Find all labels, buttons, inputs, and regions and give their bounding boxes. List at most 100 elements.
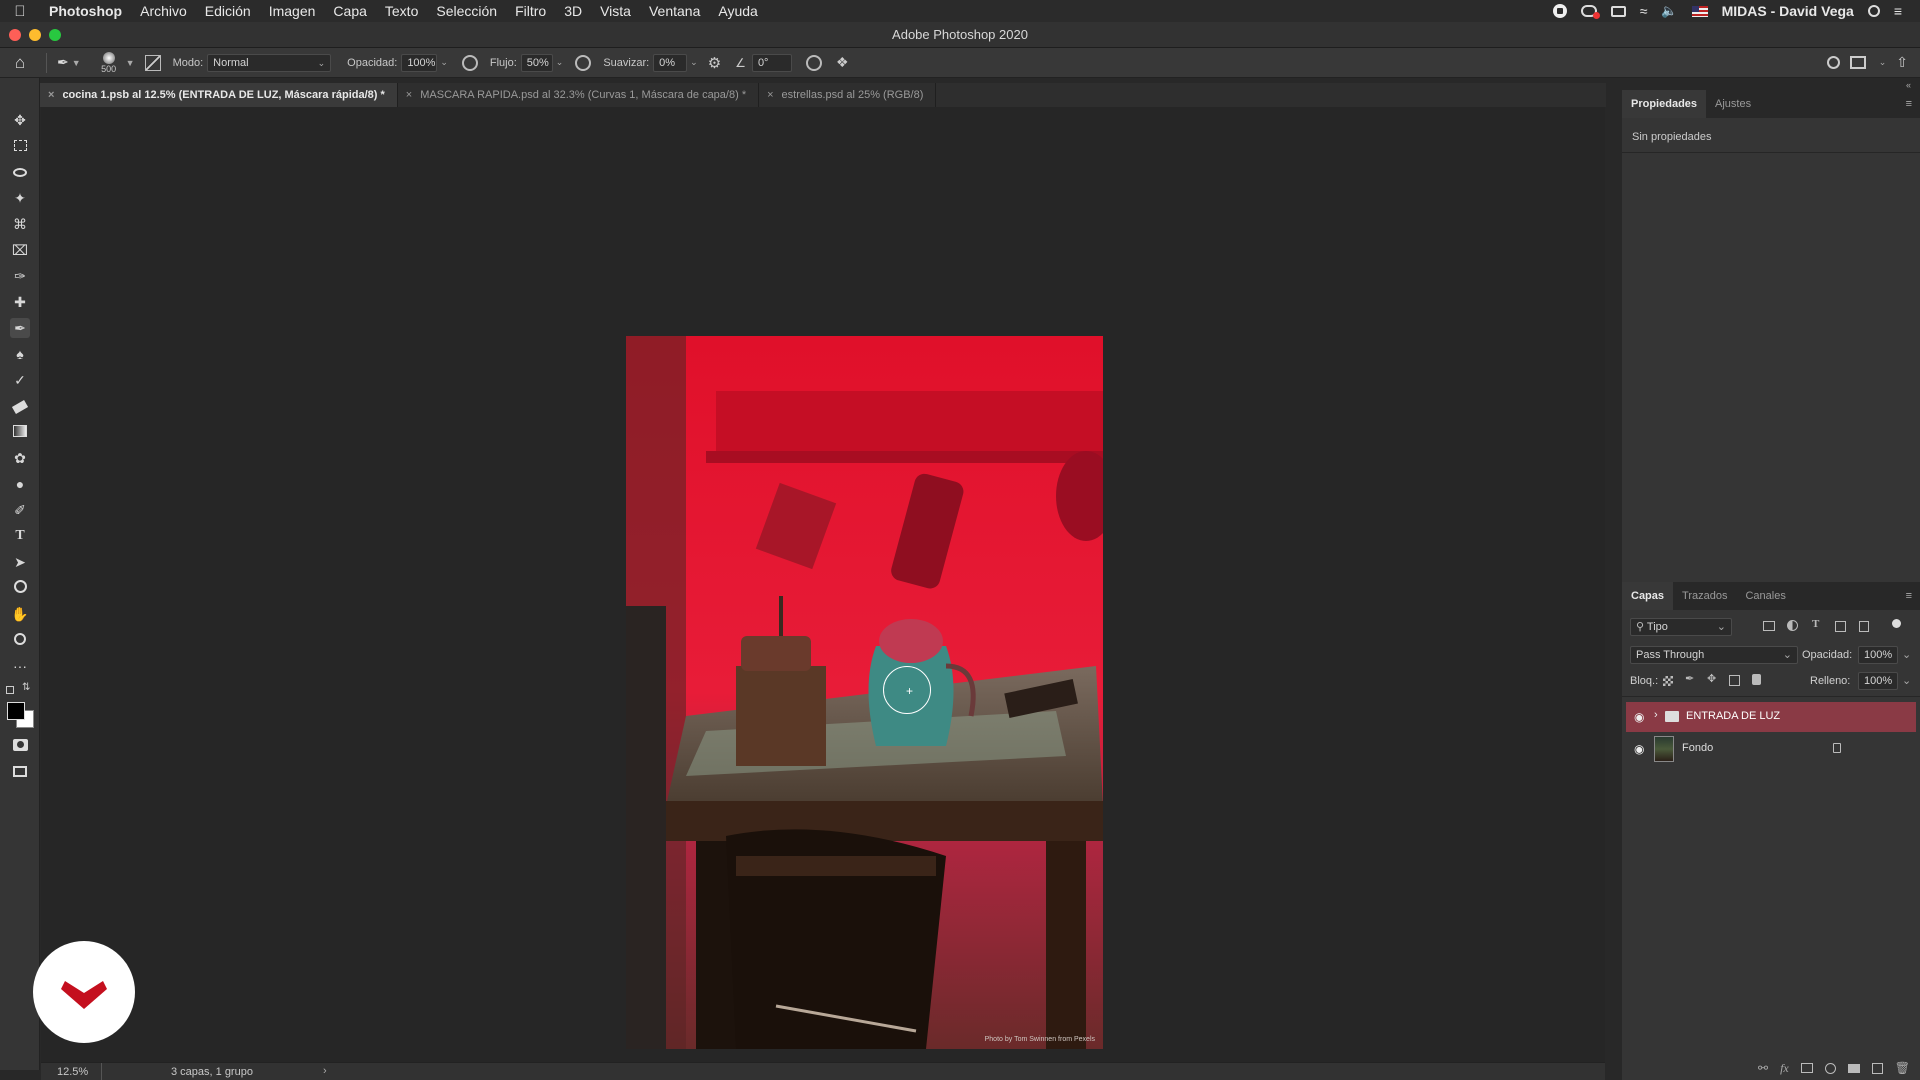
layer-style-fx-icon[interactable]: fx (1780, 1061, 1789, 1076)
filter-toggle-icon[interactable] (1892, 619, 1901, 628)
dodge-icon[interactable]: ● (10, 474, 30, 494)
menu-ayuda[interactable]: Ayuda (709, 3, 766, 19)
frame-icon[interactable]: ⌧ (10, 240, 30, 260)
chevron-down-icon[interactable]: ▼ (126, 58, 135, 68)
chevron-down-icon[interactable]: ⌄ (690, 57, 698, 68)
lock-position-icon[interactable]: ✥ (1707, 672, 1716, 685)
path-selection-icon[interactable]: ➤ (10, 552, 30, 572)
menu-texto[interactable]: Texto (376, 3, 427, 19)
menu-ventana[interactable]: Ventana (640, 3, 709, 19)
smoothing-input[interactable]: 0% (653, 53, 688, 72)
chevron-down-icon[interactable]: ⌄ (440, 57, 448, 68)
eraser-icon[interactable] (10, 396, 30, 416)
rectangular-marquee-icon[interactable] (10, 136, 30, 156)
flag-icon[interactable] (1691, 5, 1708, 17)
record-icon[interactable] (1552, 4, 1567, 18)
pressure-opacity-icon[interactable] (461, 54, 478, 71)
link-layers-icon[interactable]: ⚯ (1758, 1061, 1768, 1075)
home-icon[interactable]: ⌂ (0, 53, 40, 73)
document-info[interactable]: 3 capas, 1 grupo (171, 1066, 253, 1078)
pen-icon[interactable]: ✐ (10, 500, 30, 520)
display-icon[interactable] (1610, 5, 1626, 17)
magic-wand-icon[interactable]: ✦ (10, 188, 30, 208)
blend-mode-select[interactable]: Pass Through ⌄ (1630, 646, 1798, 664)
clone-stamp-icon[interactable]: ♠ (10, 344, 30, 364)
chevron-down-icon[interactable]: ⌄ (1902, 674, 1911, 687)
menu-edicion[interactable]: Edición (196, 3, 260, 19)
collapse-right-icon[interactable]: « (1906, 80, 1911, 90)
notification-center-icon[interactable]: ≡ (1894, 3, 1902, 19)
share-icon[interactable]: ⇧ (1896, 54, 1908, 71)
workspace-icon[interactable] (1849, 56, 1866, 69)
menu-imagen[interactable]: Imagen (260, 3, 325, 19)
chevron-down-icon[interactable]: ▼ (72, 58, 81, 68)
chevron-down-icon[interactable]: ⌄ (1902, 648, 1911, 661)
new-layer-icon[interactable] (1871, 1062, 1883, 1074)
menu-capa[interactable]: Capa (324, 3, 375, 19)
menu-3d[interactable]: 3D (555, 3, 591, 19)
lock-transparent-icon[interactable] (1663, 676, 1673, 686)
more-tools-icon[interactable]: ··· (10, 656, 30, 676)
delete-layer-icon[interactable]: 🗑 (1895, 1061, 1910, 1075)
eyedropper-icon[interactable]: ✑ (10, 266, 30, 286)
tab-propiedades[interactable]: Propiedades (1622, 90, 1707, 118)
brush-size-picker[interactable]: 500 (95, 51, 123, 74)
foreground-color-swatch[interactable] (7, 702, 25, 720)
flow-input[interactable]: 50% (520, 53, 553, 72)
menu-archivo[interactable]: Archivo (131, 3, 196, 19)
wifi-icon[interactable]: ≈ (1640, 3, 1648, 19)
airbrush-icon[interactable] (575, 54, 592, 71)
hand-icon[interactable]: ✋ (10, 604, 30, 624)
tab-estrellas[interactable]: × estrellas.psd al 25% (RGB/8) (759, 83, 937, 107)
menu-seleccion[interactable]: Selección (427, 3, 506, 19)
menu-vista[interactable]: Vista (591, 3, 640, 19)
search-icon[interactable] (1826, 56, 1840, 69)
lasso-icon[interactable] (10, 162, 30, 182)
visibility-eye-icon[interactable]: ◉ (1634, 710, 1644, 724)
ellipse-icon[interactable] (10, 578, 30, 598)
layer-row-fondo[interactable]: ◉ Fondo (1626, 734, 1916, 764)
blur-icon[interactable]: ✿ (10, 448, 30, 468)
chevron-down-icon[interactable]: ⌄ (1879, 57, 1887, 68)
filter-smart-object-icon[interactable] (1859, 621, 1869, 632)
lock-artboard-icon[interactable] (1729, 675, 1740, 686)
user-name[interactable]: MIDAS - David Vega (1722, 3, 1854, 19)
creative-cloud-icon[interactable] (1580, 5, 1600, 19)
close-tab-icon[interactable]: × (767, 89, 773, 101)
zoom-level[interactable]: 12.5% (57, 1066, 88, 1078)
crop-icon[interactable]: ⌘ (10, 214, 30, 234)
filter-adjustment-icon[interactable] (1787, 620, 1798, 631)
tab-capas[interactable]: Capas (1622, 582, 1674, 610)
default-colors-icon[interactable] (6, 686, 14, 694)
layer-opacity-input[interactable]: 100% (1858, 646, 1898, 664)
fill-input[interactable]: 100% (1858, 672, 1898, 690)
apple-icon[interactable]:  (0, 3, 40, 20)
angle-input[interactable]: 0° (751, 53, 792, 72)
chevron-right-icon[interactable]: › (1654, 709, 1658, 721)
menu-filtro[interactable]: Filtro (506, 3, 555, 19)
swap-colors-icon[interactable]: ⇅ (22, 682, 30, 693)
mode-select[interactable]: Normal ⌄ (207, 53, 332, 72)
panel-menu-icon[interactable]: ≡ (1906, 90, 1920, 118)
layer-name[interactable]: Fondo (1682, 742, 1713, 754)
filter-type-icon[interactable]: T (1812, 618, 1819, 630)
adjustment-layer-icon[interactable] (1824, 1062, 1836, 1074)
brush-tool-preset-icon[interactable]: ✒ (57, 54, 69, 71)
close-window-button[interactable] (9, 29, 21, 41)
visibility-eye-icon[interactable]: ◉ (1634, 742, 1644, 756)
tab-canales[interactable]: Canales (1736, 582, 1794, 610)
move-tool-icon[interactable]: ✥ (10, 110, 30, 130)
history-brush-icon[interactable]: ✓ (10, 370, 30, 390)
canvas-area[interactable]: Photo by Tom Swinnen from Pexels + (41, 107, 1605, 1062)
zoom-icon[interactable] (10, 630, 30, 650)
gradient-icon[interactable] (10, 422, 30, 442)
minimize-window-button[interactable] (29, 29, 41, 41)
layer-filter-select[interactable]: ⚲ Tipo ⌄ (1630, 618, 1732, 636)
maximize-window-button[interactable] (49, 29, 61, 41)
filter-shape-icon[interactable] (1835, 621, 1846, 632)
opacity-input[interactable]: 100% (401, 53, 438, 72)
brush-tool-icon[interactable]: ✒ (10, 318, 30, 338)
lock-all-icon[interactable] (1752, 674, 1761, 685)
chevron-right-icon[interactable]: › (323, 1065, 327, 1077)
menu-photoshop[interactable]: Photoshop (40, 3, 131, 19)
